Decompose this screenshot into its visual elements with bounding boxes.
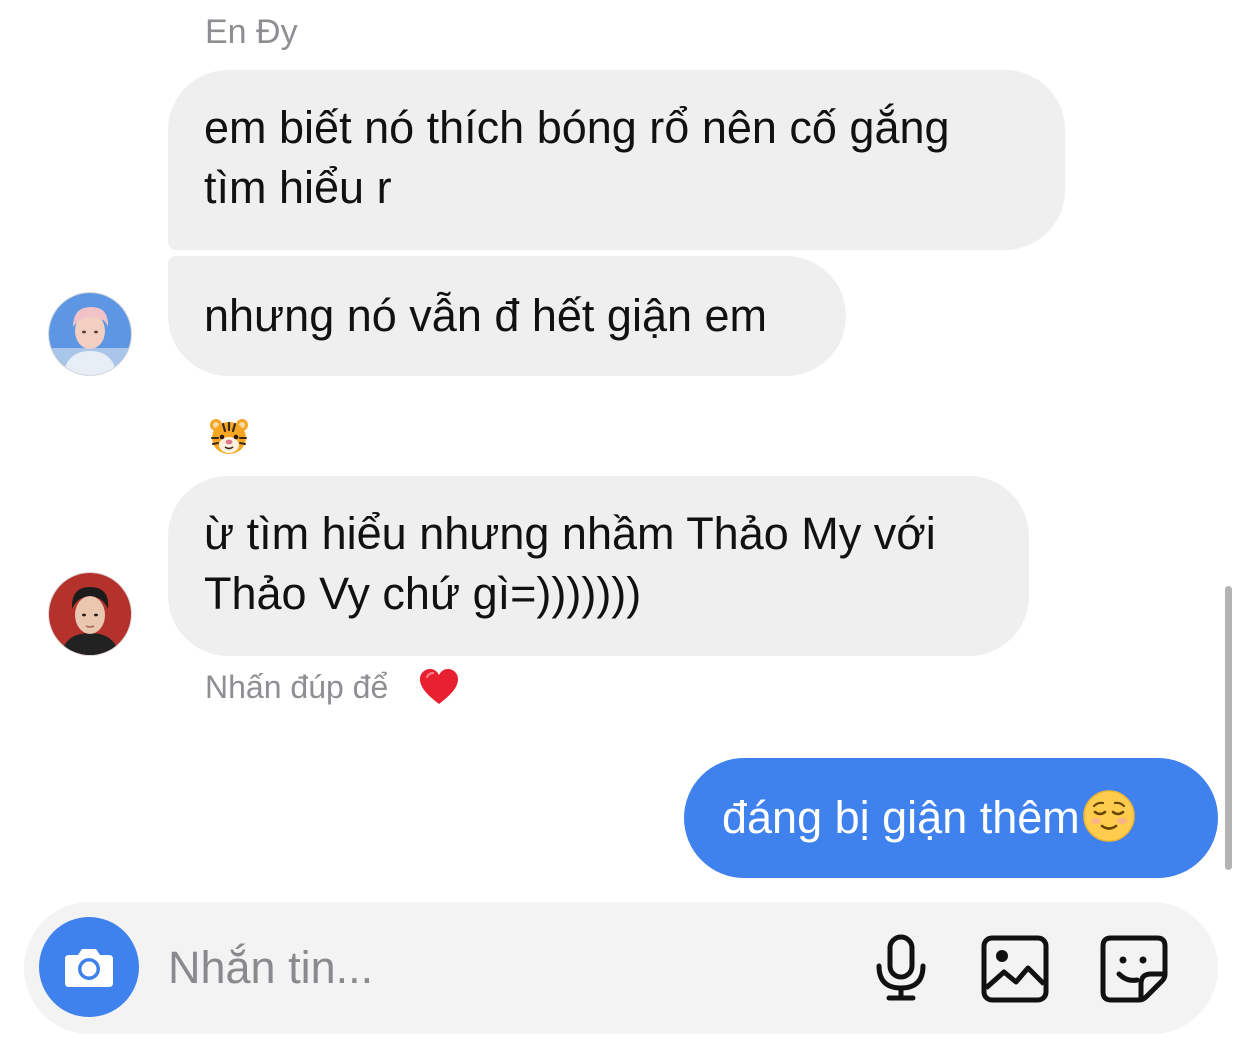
- microphone-button[interactable]: [866, 934, 936, 1004]
- camera-button[interactable]: [39, 917, 139, 1017]
- red-heart-emoji: [418, 666, 460, 708]
- message-line: nhưng nó vẫn đ hết giận em: [204, 290, 768, 341]
- message-line: em biết nó thích bóng rổ nên cố gắng: [204, 102, 950, 153]
- sender-name: En Đy: [205, 13, 298, 51]
- message-text: đáng bị giận thêm: [722, 792, 1080, 843]
- sticker-button[interactable]: [1099, 934, 1169, 1004]
- gallery-icon: [981, 935, 1049, 1003]
- double-tap-hint: Nhấn đúp để: [205, 669, 389, 705]
- gallery-button[interactable]: [980, 934, 1050, 1004]
- sticker-icon: [1100, 935, 1168, 1003]
- scrollbar[interactable]: [1225, 586, 1232, 870]
- microphone-icon: [876, 934, 926, 1001]
- avatar[interactable]: [49, 293, 131, 375]
- message-line: ừ tìm hiểu nhưng nhầm Thảo My với: [204, 508, 936, 559]
- avatar[interactable]: [49, 573, 131, 655]
- tiger-face-emoji: [208, 416, 250, 458]
- incoming-message-bubble[interactable]: ừ tìm hiểu nhưng nhầm Thảo My với Thảo V…: [168, 476, 1029, 656]
- message-line: Thảo Vy chứ gì=))))))): [204, 568, 642, 619]
- message-line: tìm hiểu r: [204, 162, 392, 213]
- message-input[interactable]: [168, 938, 818, 998]
- incoming-message-bubble[interactable]: nhưng nó vẫn đ hết giận em: [168, 256, 846, 376]
- camera-icon: [65, 949, 113, 987]
- incoming-message-bubble[interactable]: em biết nó thích bóng rổ nên cố gắng tìm…: [168, 70, 1065, 250]
- outgoing-message-bubble[interactable]: đáng bị giận thêm: [684, 758, 1218, 878]
- relieved-face-emoji: [1082, 789, 1136, 843]
